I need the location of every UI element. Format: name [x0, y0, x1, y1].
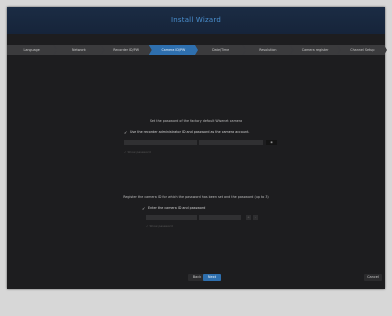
next-button[interactable]: Next [203, 274, 221, 281]
factory-password-message: Set the password of the factory default … [149, 119, 243, 123]
wizard-steps: Language Network Recorder ID/PW Camera I… [7, 45, 385, 55]
show-password-option-2[interactable]: ✓ Show password [146, 224, 173, 228]
camera-id-field[interactable] [124, 140, 197, 145]
tab-camera-register[interactable]: Camera register [291, 45, 340, 55]
tab-camera-id-pw[interactable]: Camera ID/PW [149, 45, 198, 55]
remove-button[interactable]: - [253, 215, 258, 220]
tab-date-time[interactable]: Date/Time [196, 45, 245, 55]
title-bar: Install Wizard [7, 7, 385, 34]
check-icon[interactable]: ✓ [124, 130, 127, 134]
register-camera-id-field[interactable] [146, 215, 197, 220]
cancel-button[interactable]: Cancel [364, 274, 382, 281]
tab-network[interactable]: Network [54, 45, 103, 55]
enter-camera-account-label: Enter the camera ID and password [148, 206, 206, 210]
install-wizard-window: Install Wizard Language Network Recorder… [7, 7, 385, 289]
tab-language[interactable]: Language [7, 45, 56, 55]
show-password-option-1[interactable]: ✓ Show password [124, 150, 151, 154]
check-icon[interactable]: ✓ [142, 206, 145, 210]
window-title: Install Wizard [171, 16, 221, 24]
camera-password-field[interactable] [199, 140, 263, 145]
enter-camera-account-option[interactable]: ✓ Enter the camera ID and password [142, 205, 205, 211]
use-recorder-account-option[interactable]: ✓ Use the recorder administrator ID and … [124, 129, 249, 135]
eye-icon: ◉ [270, 140, 273, 144]
use-recorder-account-label: Use the recorder administrator ID and pa… [130, 130, 250, 134]
view-password-button[interactable]: ◉ [266, 140, 277, 145]
add-button[interactable]: + [246, 215, 251, 220]
tab-channel-setup[interactable]: Channel Setup [338, 45, 387, 55]
tab-resolution[interactable]: Resolution [243, 45, 292, 55]
tab-recorder-id-pw[interactable]: Recorder ID/PW [102, 45, 151, 55]
register-camera-message: Register the camera ID for which the pas… [123, 195, 269, 199]
register-camera-password-field[interactable] [199, 215, 241, 220]
